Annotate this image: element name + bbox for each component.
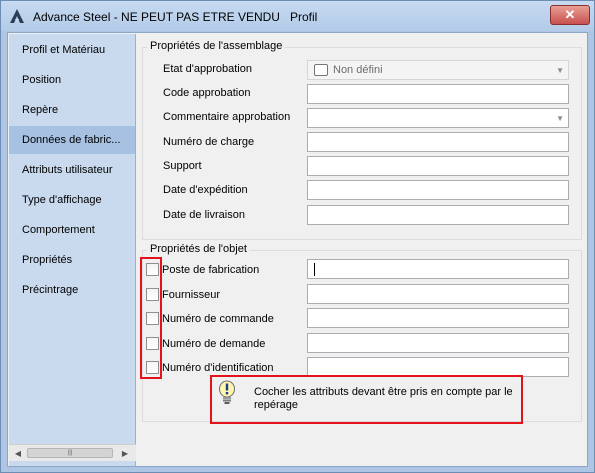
approval-state-label: Etat d'approbation	[163, 63, 252, 75]
approval-comment-label: Commentaire approbation	[163, 111, 291, 123]
chevron-down-icon: ▼	[556, 66, 564, 75]
sidebar-item-donnees-fabrication[interactable]: Données de fabric...	[9, 126, 135, 154]
numero-demande-label: Numéro de demande	[162, 338, 266, 350]
sidebar: Profil et Matériau Position Repère Donné…	[9, 34, 136, 466]
numero-identification-field[interactable]	[307, 357, 569, 377]
numero-commande-label: Numéro de commande	[162, 313, 274, 325]
load-number-field[interactable]	[307, 132, 569, 152]
advance-steel-logo-icon	[10, 9, 24, 23]
title-bar[interactable]: Advance Steel - NE PEUT PAS ETRE VENDU P…	[1, 1, 594, 31]
checkbox-highlight-frame	[140, 257, 162, 379]
poste-fabrication-field[interactable]	[307, 259, 569, 279]
fournisseur-label: Fournisseur	[162, 289, 221, 301]
load-number-label: Numéro de charge	[163, 136, 255, 148]
numero-demande-field[interactable]	[307, 333, 569, 353]
numero-identification-label: Numéro d'identification	[162, 362, 274, 374]
sidebar-item-repere[interactable]: Repère	[9, 96, 135, 124]
sidebar-item-position[interactable]: Position	[9, 66, 135, 94]
shipping-date-label: Date d'expédition	[163, 184, 248, 196]
sidebar-item-profil-materiau[interactable]: Profil et Matériau	[9, 36, 135, 64]
color-swatch-icon	[314, 64, 328, 76]
window-title: Advance Steel - NE PEUT PAS ETRE VENDU P…	[33, 10, 318, 24]
hint-text: Cocher les attributs devant être pris en…	[254, 386, 513, 411]
lightbulb-icon	[219, 380, 235, 404]
object-group-title: Propriétés de l'objet	[147, 243, 250, 255]
delivery-date-field[interactable]	[307, 205, 569, 225]
poste-fabrication-label: Poste de fabrication	[162, 264, 260, 276]
approval-state-combo[interactable]: Non défini ▼	[307, 60, 569, 80]
sidebar-item-comportement[interactable]: Comportement	[9, 216, 135, 244]
chevron-down-icon: ▼	[556, 114, 564, 123]
sidebar-item-type-affichage[interactable]: Type d'affichage	[9, 186, 135, 214]
scroll-right-icon[interactable]: ▶	[117, 446, 133, 461]
close-button[interactable]: ✕	[550, 5, 590, 25]
support-field[interactable]	[307, 156, 569, 176]
text-caret	[314, 263, 315, 276]
sidebar-item-proprietes[interactable]: Propriétés	[9, 246, 135, 274]
scrollbar-thumb[interactable]: |||	[27, 448, 113, 458]
approval-code-label: Code approbation	[163, 87, 251, 99]
scroll-left-icon[interactable]: ◀	[10, 446, 26, 461]
delivery-date-label: Date de livraison	[163, 209, 245, 221]
assembly-group-title: Propriétés de l'assemblage	[147, 40, 286, 52]
approval-code-field[interactable]	[307, 84, 569, 104]
support-label: Support	[163, 160, 202, 172]
approval-comment-combo[interactable]: ▼	[307, 108, 569, 128]
sidebar-item-attributs-utilisateur[interactable]: Attributs utilisateur	[9, 156, 135, 184]
approval-state-value: Non défini	[333, 64, 383, 76]
sidebar-item-precintrage[interactable]: Précintrage	[9, 276, 135, 304]
sidebar-horizontal-scrollbar[interactable]: ◀ ||| ▶	[9, 444, 136, 461]
fournisseur-field[interactable]	[307, 284, 569, 304]
numero-commande-field[interactable]	[307, 308, 569, 328]
shipping-date-field[interactable]	[307, 180, 569, 200]
